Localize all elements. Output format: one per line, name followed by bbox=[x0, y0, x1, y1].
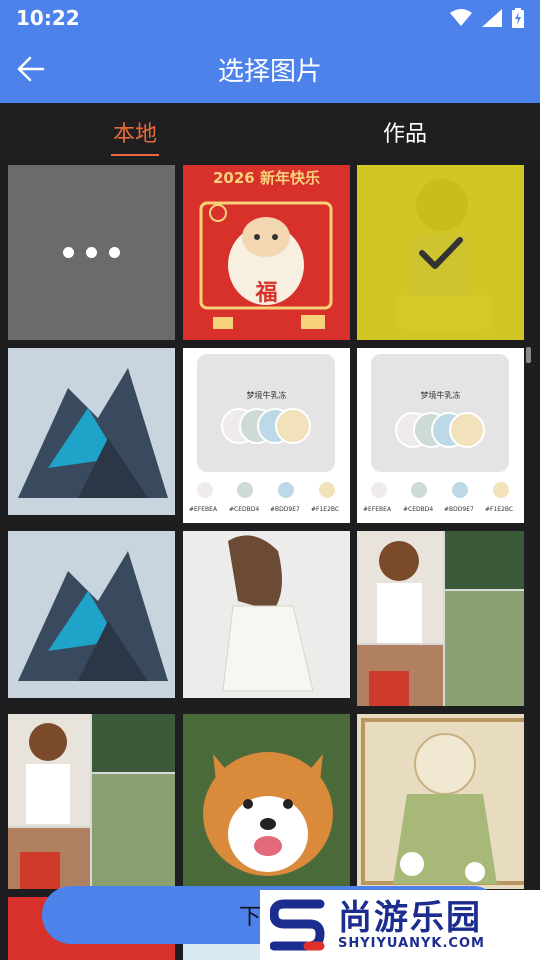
signal-icon bbox=[482, 9, 502, 27]
image-thumbnail[interactable] bbox=[183, 531, 350, 706]
art-nouveau-image bbox=[357, 714, 524, 889]
palette-swatches bbox=[371, 412, 509, 498]
image-thumbnail[interactable] bbox=[183, 714, 350, 889]
scrollbar-thumb[interactable] bbox=[526, 347, 531, 363]
meme-collage-image bbox=[8, 714, 175, 889]
status-time: 10:22 bbox=[16, 6, 80, 30]
card-caption: 2026 新年快乐 bbox=[213, 169, 320, 187]
hex-label: #CEDBD4 bbox=[403, 506, 434, 513]
girl-white-dress-image bbox=[183, 531, 350, 698]
watermark-logo bbox=[270, 899, 325, 951]
mecha-robot-image bbox=[8, 531, 175, 698]
corgi-image bbox=[183, 714, 350, 889]
tab-indicator bbox=[111, 154, 159, 156]
image-grid: 2026 新年快乐 福 梦境牛乳冻 #EFEBEA #CEDBD4 #BDD9E… bbox=[0, 160, 540, 960]
checkmark-icon bbox=[418, 236, 463, 269]
image-thumbnail[interactable] bbox=[357, 531, 524, 706]
image-thumbnail[interactable] bbox=[8, 348, 175, 523]
image-thumbnail[interactable]: 梦境牛乳冻 #EFEBEA #CEDBD4 #BDD9E7 #F1E2BC bbox=[357, 348, 524, 523]
image-thumbnail[interactable] bbox=[357, 714, 524, 889]
new-year-card-image bbox=[183, 165, 350, 340]
arrow-left-icon bbox=[17, 56, 45, 82]
watermark-main: 尚游乐园 bbox=[338, 897, 482, 938]
hex-label: #F1E2BC bbox=[311, 506, 340, 513]
hex-label: #EFEBEA bbox=[189, 506, 218, 513]
wifi-icon bbox=[450, 9, 472, 26]
meme-collage-image bbox=[357, 531, 524, 706]
image-thumbnail[interactable]: 2026 新年快乐 福 bbox=[183, 165, 350, 340]
image-thumbnail[interactable] bbox=[8, 714, 175, 889]
battery-charging-icon bbox=[512, 8, 524, 28]
more-images-button[interactable] bbox=[8, 165, 175, 340]
hex-label: #F1E2BC bbox=[485, 506, 514, 513]
watermark-text: 尚游乐园 SHYIYUANYK.COM bbox=[338, 900, 485, 951]
hex-label: #CEDBD4 bbox=[229, 506, 260, 513]
watermark: 尚游乐园 SHYIYUANYK.COM bbox=[260, 890, 540, 960]
image-thumbnail-selected[interactable] bbox=[357, 165, 524, 340]
watermark-sub: SHYIYUANYK.COM bbox=[338, 935, 485, 951]
tab-bar: 本地 作品 bbox=[0, 103, 540, 160]
hex-label: #EFEBEA bbox=[363, 506, 392, 513]
back-button[interactable] bbox=[16, 54, 50, 84]
hex-label: #BDD9E7 bbox=[270, 506, 300, 513]
selection-overlay bbox=[357, 165, 524, 340]
status-bar: 10:22 bbox=[0, 0, 540, 36]
tab-local[interactable]: 本地 bbox=[0, 103, 270, 160]
image-thumbnail[interactable] bbox=[8, 531, 175, 706]
more-dot bbox=[86, 247, 97, 258]
hex-label: #BDD9E7 bbox=[444, 506, 474, 513]
app-bar: 选择图片 bbox=[0, 36, 540, 103]
page-title: 选择图片 bbox=[217, 57, 322, 87]
palette-swatches bbox=[197, 408, 335, 498]
tab-local-label: 本地 bbox=[112, 121, 157, 147]
tab-works-label: 作品 bbox=[382, 121, 427, 147]
status-icons bbox=[450, 8, 524, 28]
image-thumbnail[interactable]: 梦境牛乳冻 #EFEBEA #CEDBD4 #BDD9E7 #F1E2BC bbox=[183, 348, 350, 523]
tab-works[interactable]: 作品 bbox=[270, 103, 540, 160]
card-character: 福 bbox=[255, 281, 278, 306]
more-dot bbox=[109, 247, 120, 258]
more-dots-icon bbox=[63, 247, 74, 258]
mecha-robot-image bbox=[8, 348, 175, 515]
